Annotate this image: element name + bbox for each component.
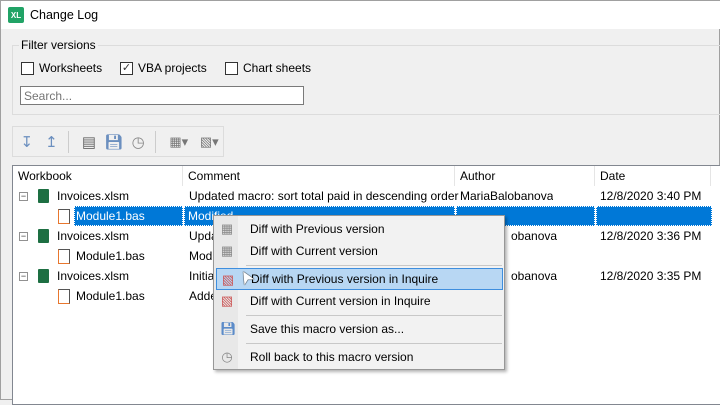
column-header-date[interactable]: Date [595,166,711,186]
rollback-icon[interactable]: ◷ [127,131,149,153]
filter-group-label: Filter versions [19,38,98,52]
workbook-cell: Module1.bas [76,289,145,303]
checkbox-label: Chart sheets [243,61,312,75]
toolbar-divider [68,130,70,153]
date-cell [596,206,712,226]
comment-cell: Modi [189,249,216,263]
workbook-icon [38,189,49,203]
grid-diff-icon: ▦ [220,243,234,258]
column-header-author[interactable]: Author [455,166,595,186]
column-header-workbook[interactable]: Workbook [13,166,183,186]
window-title: Change Log [30,8,99,22]
menu-item-label: Diff with Previous version [250,222,385,236]
worksheets-checkbox[interactable]: Worksheets [21,61,102,75]
chart-sheets-checkbox[interactable]: Chart sheets [225,61,311,75]
collapse-toggle-icon[interactable]: − [19,272,28,281]
workbook-cell: Module1.bas [74,206,183,226]
menu-separator [246,343,502,344]
date-cell: 12/8/2020 3:35 PM [600,269,702,283]
workbook-cell: Module1.bas [76,249,145,263]
author-cell: MariaBalobanova [460,189,554,203]
menu-item-label: Save this macro version as... [250,322,405,336]
menu-item-diff-previous[interactable]: ▦ Diff with Previous version [216,218,503,240]
vba-module-icon [58,209,70,224]
menu-item-label: Diff with Current version [250,244,378,258]
menu-item-diff-current[interactable]: ▦ Diff with Current version [216,240,503,262]
title-bar: XL Change Log [1,1,720,29]
vba-projects-checkbox[interactable]: ✓ VBA projects [120,61,207,75]
menu-item-rollback[interactable]: ◷ Roll back to this macro version [216,346,503,368]
save-icon: 💾︎ [220,321,237,336]
workbook-cell: Invoices.xlsm [57,229,130,243]
vba-module-icon [58,249,70,264]
rollback-icon: ◷ [221,349,233,364]
checkbox-box-checked[interactable]: ✓ [120,61,133,75]
workbook-cell: Invoices.xlsm [57,189,130,203]
workbook-icon [38,269,49,283]
toolbar-divider [155,130,157,153]
menu-item-diff-current-inquire[interactable]: ▧ Diff with Current version in Inquire [216,290,503,312]
workbook-icon [38,229,49,243]
excel-logo-icon: XL [8,7,24,23]
checkbox-label: VBA projects [138,61,207,75]
table-row[interactable]: − Invoices.xlsm Updated macro: sort tota… [13,186,713,206]
grid-diff-icon: ▦ [220,221,234,236]
collapse-toggle-icon[interactable]: − [19,192,28,201]
search-input[interactable] [20,86,304,105]
menu-item-label: Diff with Previous version in Inquire [251,272,439,286]
column-header-comment[interactable]: Comment [183,166,455,186]
toolbar: ↧ ↥ ▤ 💾︎ ◷ ▦▾ ▧▾ [12,126,224,157]
menu-item-diff-previous-inquire[interactable]: ▧ Diff with Previous version in Inquire [216,268,503,290]
diff-dropdown-icon[interactable]: ▦▾ [165,131,193,153]
menu-item-label: Roll back to this macro version [250,350,414,364]
checkbox-box[interactable] [21,61,34,75]
menu-item-save-version[interactable]: 💾︎ Save this macro version as... [216,318,503,340]
inquire-diff-icon: ▧ [220,293,234,308]
author-cell: obanova [511,229,558,243]
workbook-cell: Invoices.xlsm [57,269,130,283]
checkbox-label: Worksheets [39,61,103,75]
context-menu: ▦ Diff with Previous version ▦ Diff with C… [213,215,505,370]
date-cell: 12/8/2020 3:36 PM [600,229,702,243]
collapse-all-icon[interactable]: ↥ [41,131,63,153]
collapse-toggle-icon[interactable]: − [19,232,28,241]
menu-separator [246,265,502,266]
date-cell: 12/8/2020 3:40 PM [600,189,702,203]
inquire-diff-dropdown-icon[interactable]: ▧▾ [196,131,224,153]
vba-module-icon [58,289,70,304]
checkbox-box[interactable] [225,61,238,75]
view-workbook-icon[interactable]: ▤ [78,131,100,153]
comment-cell: Updated macro: sort total paid in descen… [189,189,459,203]
comment-cell: Initia [189,269,215,283]
save-icon[interactable]: 💾︎ [103,131,125,153]
change-log-window: XL Change Log Filter versions Worksheets… [0,0,720,405]
author-cell: obanova [511,269,558,283]
expand-all-icon[interactable]: ↧ [16,131,38,153]
menu-item-label: Diff with Current version in Inquire [250,294,431,308]
menu-separator [246,315,502,316]
